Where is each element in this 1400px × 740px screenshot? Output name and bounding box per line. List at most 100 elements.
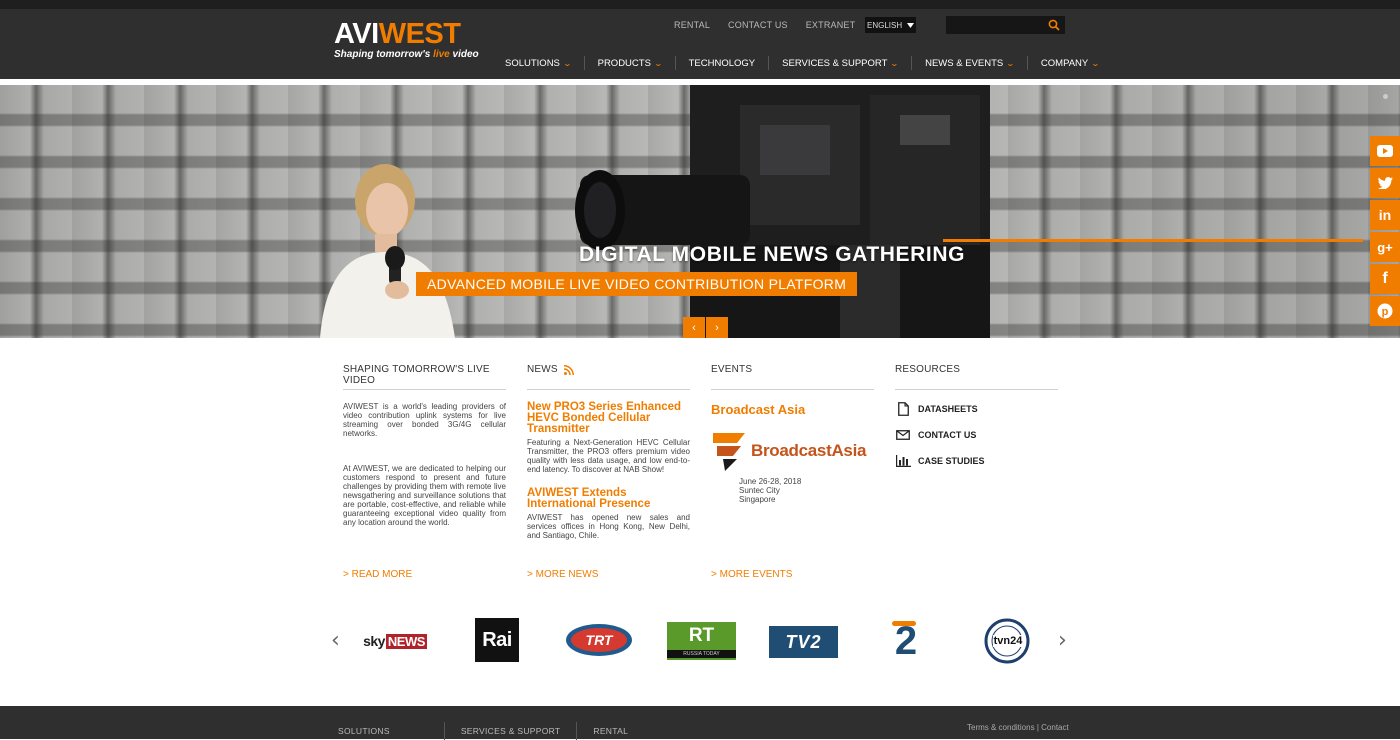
channel2-logo: 2 bbox=[886, 619, 926, 663]
nav-technology[interactable]: TECHNOLOGY bbox=[689, 58, 756, 69]
resource-datasheets[interactable]: DATASHEETS bbox=[895, 402, 1058, 416]
more-events-link[interactable]: > MORE EVENTS bbox=[711, 569, 792, 580]
resources-heading: RESOURCES bbox=[895, 364, 1058, 390]
nav-label: SOLUTIONS bbox=[505, 57, 560, 69]
nav-solutions[interactable]: SOLUTIONS ⌄ bbox=[505, 57, 572, 69]
logo-wordmark: AVIWEST bbox=[334, 18, 474, 50]
rss-icon[interactable] bbox=[563, 365, 574, 375]
search-icon[interactable] bbox=[1048, 19, 1060, 31]
footer-link-rental[interactable]: RENTAL bbox=[593, 726, 628, 740]
nav-company[interactable]: COMPANY ⌄ bbox=[1040, 57, 1101, 69]
news-item-title[interactable]: New PRO3 Series Enhanced HEVC Bonded Cel… bbox=[527, 401, 690, 435]
logos-next-button[interactable]: › bbox=[1058, 628, 1067, 653]
about-column: SHAPING TOMORROW'S LIVE VIDEO AVIWEST is… bbox=[343, 364, 506, 527]
event-venue: Suntec City bbox=[739, 486, 780, 495]
rt-logo-text: RT bbox=[688, 625, 715, 646]
footer-legal: Terms & conditions | Contact bbox=[967, 723, 1069, 732]
svg-text:p: p bbox=[1382, 306, 1389, 318]
about-heading: SHAPING TOMORROW'S LIVE VIDEO bbox=[343, 364, 506, 390]
resource-case-studies[interactable]: CASE STUDIES bbox=[895, 454, 1058, 468]
trt-logo-text: TRT bbox=[585, 632, 613, 648]
document-icon bbox=[895, 402, 911, 416]
youtube-icon[interactable] bbox=[1370, 136, 1400, 166]
hero-title: DIGITAL MOBILE NEWS GATHERING bbox=[579, 243, 966, 266]
footer-link-services[interactable]: SERVICES & SUPPORT bbox=[461, 726, 561, 740]
event-title[interactable]: Broadcast Asia bbox=[711, 402, 874, 417]
facebook-icon[interactable]: f bbox=[1370, 264, 1400, 294]
news-heading: NEWS bbox=[527, 364, 690, 390]
nav-label: TECHNOLOGY bbox=[688, 57, 756, 69]
tvn24-logo-text: tvn24 bbox=[992, 635, 1024, 647]
broadcast-asia-logo-text: BroadcastAsia bbox=[751, 441, 867, 460]
channel2-accent bbox=[892, 621, 916, 626]
nav-label: PRODUCTS bbox=[597, 57, 651, 69]
nav-divider bbox=[911, 56, 913, 70]
resource-contact-us[interactable]: CONTACT US bbox=[895, 428, 1058, 442]
resource-label: CONTACT US bbox=[918, 430, 977, 440]
more-news-link[interactable]: > MORE NEWS bbox=[527, 569, 598, 580]
client-logos-carousel: ‹ › sky NEWS Rai TRT RT RUSSIA TODAY TV2… bbox=[330, 614, 1075, 668]
events-column: EVENTS Broadcast Asia BroadcastAsia June… bbox=[711, 364, 874, 504]
nav-divider bbox=[583, 56, 585, 70]
main-nav: SOLUTIONS ⌄ PRODUCTS ⌄ TECHNOLOGY SERVICES… bbox=[505, 56, 1101, 70]
chevron-down-icon bbox=[907, 22, 914, 28]
twitter-icon[interactable] bbox=[1370, 168, 1400, 198]
tagline-live: live bbox=[433, 49, 450, 60]
news-item-title[interactable]: AVIWEST Extends International Presence bbox=[527, 487, 690, 510]
chevron-down-icon: ⌄ bbox=[1090, 58, 1101, 68]
search-input[interactable] bbox=[946, 16, 1065, 34]
broadcast-asia-logo[interactable]: BroadcastAsia bbox=[711, 431, 874, 471]
hero-accent-line bbox=[943, 239, 1363, 242]
nav-services-support[interactable]: SERVICES & SUPPORT ⌄ bbox=[782, 58, 900, 69]
nav-label: COMPANY bbox=[1040, 57, 1089, 69]
nav-products[interactable]: PRODUCTS ⌄ bbox=[597, 57, 663, 69]
resources-column: RESOURCES DATASHEETS CONTACT US CASE STU… bbox=[895, 364, 1058, 468]
rai-logo-text: Rai bbox=[482, 628, 512, 651]
footer-divider bbox=[576, 722, 578, 740]
language-select[interactable]: ENGLISH bbox=[865, 17, 916, 33]
pinterest-icon[interactable]: p bbox=[1370, 296, 1400, 326]
footer-contact-link[interactable]: Contact bbox=[1041, 723, 1069, 732]
trt-logo: TRT bbox=[565, 623, 633, 657]
read-more-link[interactable]: > READ MORE bbox=[343, 569, 412, 580]
aviwest-logo[interactable]: AVIWEST Shaping tomorrow's live video bbox=[334, 18, 479, 61]
rt-logo: RT RUSSIA TODAY bbox=[667, 622, 736, 660]
terms-link[interactable]: Terms & conditions bbox=[967, 723, 1035, 732]
site-footer: SOLUTIONS SERVICES & SUPPORT RENTAL Term… bbox=[0, 706, 1400, 740]
events-heading: EVENTS bbox=[711, 364, 874, 390]
footer-link-solutions[interactable]: SOLUTIONS bbox=[338, 726, 390, 740]
resource-label: CASE STUDIES bbox=[918, 456, 985, 466]
resource-label: DATASHEETS bbox=[918, 404, 978, 414]
rt-logo-subtext: RUSSIA TODAY bbox=[667, 650, 736, 658]
tagline-after: video bbox=[449, 49, 479, 60]
nav-divider bbox=[768, 56, 770, 70]
social-bar: in g+ f p bbox=[1370, 136, 1400, 328]
about-paragraph-1: AVIWEST is a world's leading providers o… bbox=[343, 402, 506, 438]
chevron-down-icon: ⌄ bbox=[562, 58, 572, 68]
tv2-logo: TV2 bbox=[769, 626, 838, 658]
nav-news-events[interactable]: NEWS & EVENTS ⌄ bbox=[925, 58, 1016, 69]
logos-prev-button[interactable]: ‹ bbox=[331, 628, 340, 653]
hero-next-button[interactable]: › bbox=[706, 317, 728, 338]
linkedin-icon[interactable]: in bbox=[1370, 200, 1400, 230]
google-plus-icon[interactable]: g+ bbox=[1370, 232, 1400, 262]
reporter-image bbox=[320, 164, 455, 338]
util-extranet-link[interactable]: EXTRANET bbox=[806, 20, 856, 30]
hero-indicator-dot[interactable] bbox=[1383, 94, 1388, 99]
hero-prev-button[interactable]: ‹ bbox=[683, 317, 705, 338]
site-header: AVIWEST Shaping tomorrow's live video RE… bbox=[0, 9, 1400, 79]
util-rental-link[interactable]: RENTAL bbox=[674, 20, 710, 30]
chevron-down-icon: ⌄ bbox=[1005, 58, 1016, 68]
news-column: NEWS New PRO3 Series Enhanced HEVC Bonde… bbox=[527, 364, 690, 540]
bar-chart-icon bbox=[895, 454, 911, 468]
nav-divider bbox=[674, 56, 676, 70]
news-item-text: Featuring a Next-Generation HEVC Cellula… bbox=[527, 438, 690, 474]
logo-avi: AVI bbox=[334, 18, 379, 50]
rai-logo: Rai bbox=[475, 618, 519, 662]
chevron-down-icon: ⌄ bbox=[890, 58, 900, 68]
tv2-logo-text: TV2 bbox=[785, 631, 822, 652]
util-contact-link[interactable]: CONTACT US bbox=[728, 20, 788, 30]
broadcast-asia-mark-icon bbox=[713, 433, 745, 471]
news-item-text: AVIWEST has opened new sales and service… bbox=[527, 513, 690, 540]
skynews-sky: sky bbox=[363, 633, 385, 649]
